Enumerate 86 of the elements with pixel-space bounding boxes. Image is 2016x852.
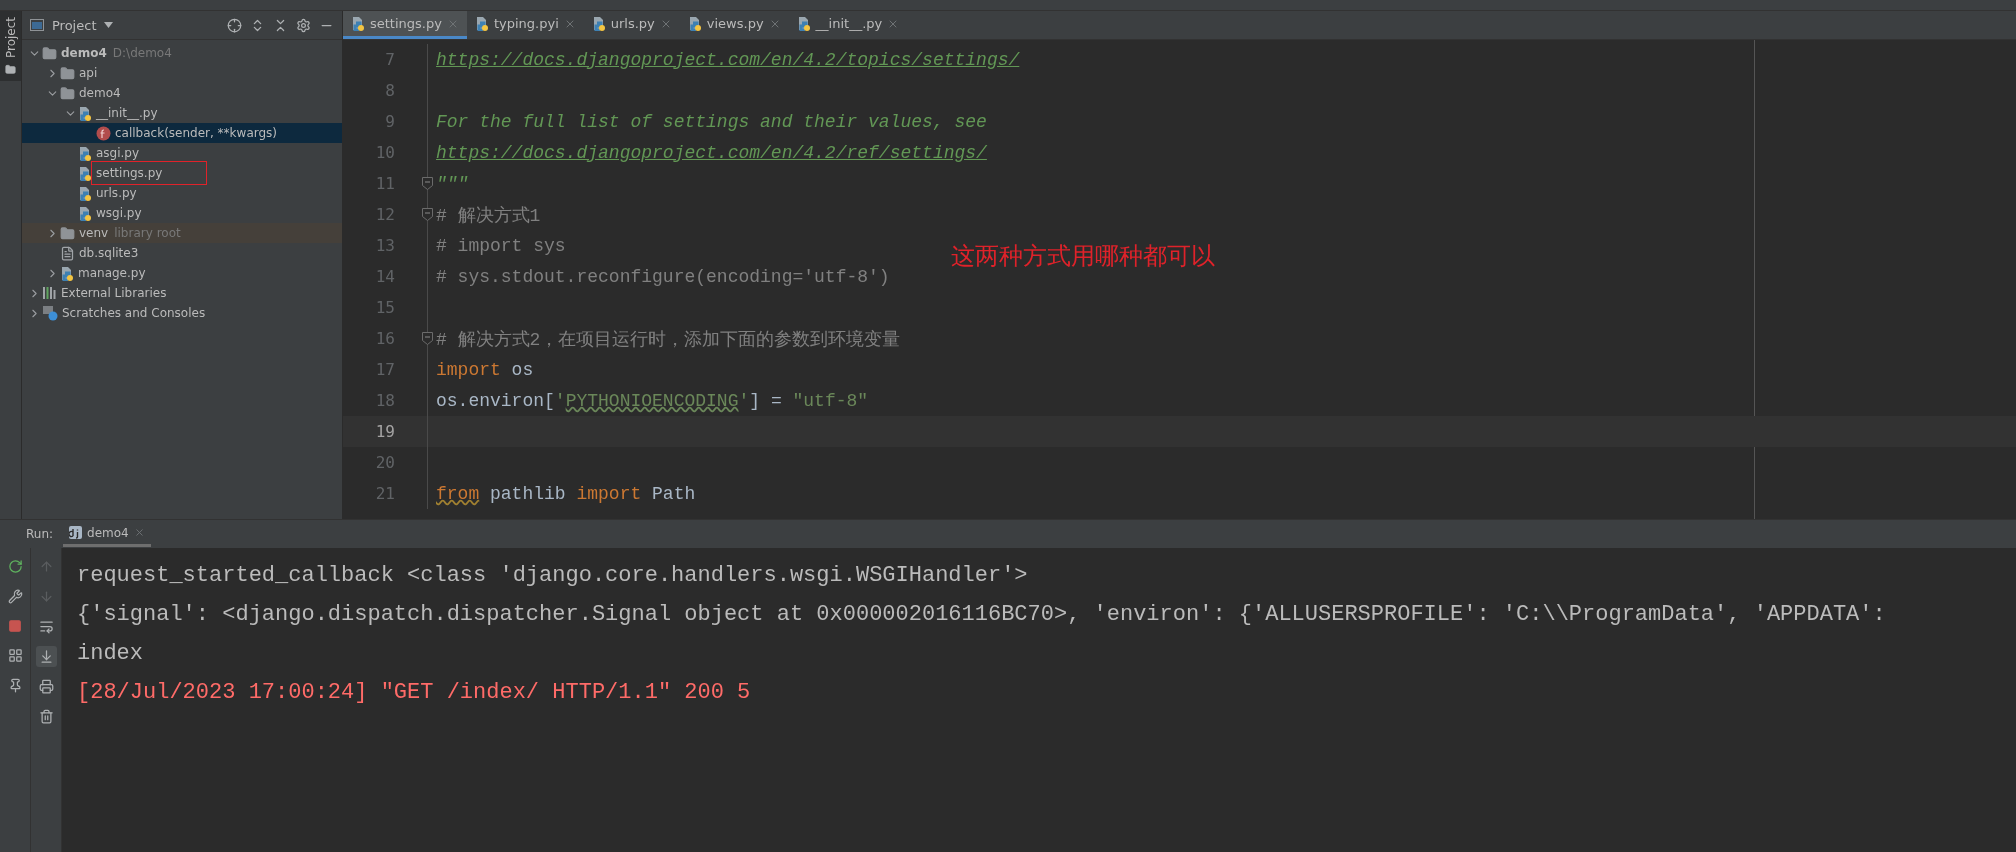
panel-title[interactable]: Project (52, 17, 97, 33)
line-number: 14 (374, 267, 395, 286)
python-file-icon (351, 16, 365, 31)
line-number: 9 (384, 112, 395, 131)
code-line: # 解决方式2，在项目运行时，添加下面的参数到环境变量 (435, 328, 901, 351)
settings-icon[interactable] (296, 17, 311, 33)
tree-item[interactable]: venv library root (22, 223, 342, 243)
code-line: os.environ['PYTHONIOENCODING'] = "utf-8" (435, 390, 869, 411)
tree-item[interactable]: asgi.py (22, 143, 342, 163)
django-icon (69, 526, 83, 539)
folder-icon (60, 85, 75, 101)
folder-icon (60, 65, 75, 81)
console-line: [28/Jul/2023 17:00:24] "GET /index/ HTTP/1.1" 200 5 (77, 679, 752, 707)
function-icon (96, 125, 111, 141)
python-file-icon (591, 16, 606, 31)
line-number: 20 (374, 453, 395, 472)
tree-item[interactable]: External Libraries (22, 283, 342, 303)
code-line: # import sys (435, 235, 566, 256)
editor-tab[interactable]: typing.pyi (466, 11, 584, 39)
locate-crosshair-icon[interactable] (227, 17, 242, 33)
tree-item[interactable]: settings.py (22, 163, 342, 183)
code-line: """ (435, 173, 469, 194)
fold-marker-icon[interactable] (422, 208, 433, 221)
editor-tab[interactable]: views.py (679, 11, 789, 39)
line-number: 16 (374, 329, 395, 348)
python-file-icon (687, 16, 702, 31)
python-file-icon (78, 165, 92, 181)
tree-item-hint: library root (114, 226, 181, 240)
close-icon[interactable] (133, 527, 145, 538)
python-file-icon (60, 265, 74, 281)
python-file-icon (474, 16, 489, 31)
console-line: index (77, 640, 144, 668)
annotation-text: 这两种方式用哪种都可以 (951, 241, 1215, 272)
editor-tab[interactable]: settings.py (343, 11, 467, 39)
scroll-to-end-icon[interactable] (35, 646, 57, 667)
line-number: 17 (374, 360, 395, 379)
dropdown-caret-icon[interactable] (104, 22, 114, 28)
run-label: Run: (26, 527, 54, 541)
editor-tab[interactable]: __init__.py (788, 11, 908, 39)
code-line: https://docs.djangoproject.com/en/4.2/topics/settings/ (435, 49, 1020, 70)
code-line: # 解决方式1 (435, 204, 541, 227)
library-bars-icon (42, 286, 57, 300)
project-tool-tab[interactable]: Project (0, 11, 21, 82)
code-line: https://docs.djangoproject.com/en/4.2/ref/settings/ (435, 142, 987, 163)
file-icon (60, 245, 75, 261)
line-number: 11 (374, 174, 395, 193)
python-file-icon (78, 145, 92, 161)
tree-item[interactable]: Scratches and Consoles (22, 303, 342, 323)
line-number: 19 (374, 422, 395, 441)
code-line: from pathlib import Path (435, 483, 696, 504)
fold-marker-icon[interactable] (422, 177, 433, 190)
line-number: 18 (374, 391, 395, 410)
code-line: For the full list of settings and their values, see (435, 111, 987, 132)
tree-item[interactable]: demo4 (22, 83, 342, 103)
folder-icon (5, 64, 16, 76)
console-line: request_started_callback <class 'django.core.handlers.wsgi.WSGIHandler'> (77, 562, 1029, 590)
editor-tab[interactable]: urls.py (583, 11, 680, 39)
python-file-icon (78, 105, 92, 121)
console-line: {'signal': <django.dispatch.dispatcher.Signal object at 0x000002016116BC70>, 'environ': {'ALLUSERSPROFILE': 'C:\\ProgramData', 'APPDATA': (77, 601, 1887, 629)
run-tab[interactable]: demo4 (63, 521, 151, 547)
tree-item[interactable]: __init__.py (22, 103, 342, 123)
tree-item[interactable]: wsgi.py (22, 203, 342, 223)
line-number: 15 (374, 298, 395, 317)
folder-icon (42, 45, 57, 61)
tree-item[interactable]: api (22, 63, 342, 83)
python-file-icon (78, 205, 92, 221)
line-number: 8 (384, 81, 395, 100)
line-number: 21 (374, 484, 395, 503)
python-file-icon (78, 185, 92, 201)
tree-item[interactable]: demo4 D:\demo4 (22, 43, 342, 63)
tree-item[interactable]: urls.py (22, 183, 342, 203)
tree-item[interactable]: callback(sender, **kwargs) (22, 123, 342, 143)
line-number: 12 (374, 205, 395, 224)
tree-item-hint: D:\demo4 (112, 46, 172, 60)
python-file-icon (796, 16, 811, 31)
code-line: # sys.stdout.reconfigure(encoding='utf-8') (435, 266, 890, 287)
scratch-console-icon (42, 305, 58, 321)
line-number: 13 (374, 236, 395, 255)
line-number: 10 (374, 143, 395, 162)
tree-item[interactable]: manage.py (22, 263, 342, 283)
line-number: 7 (384, 50, 395, 69)
panel-view-icon (30, 19, 44, 31)
code-line: import os (435, 359, 534, 380)
folder-icon (60, 225, 75, 241)
fold-marker-icon[interactable] (422, 332, 433, 345)
tree-item[interactable]: db.sqlite3 (22, 243, 342, 263)
